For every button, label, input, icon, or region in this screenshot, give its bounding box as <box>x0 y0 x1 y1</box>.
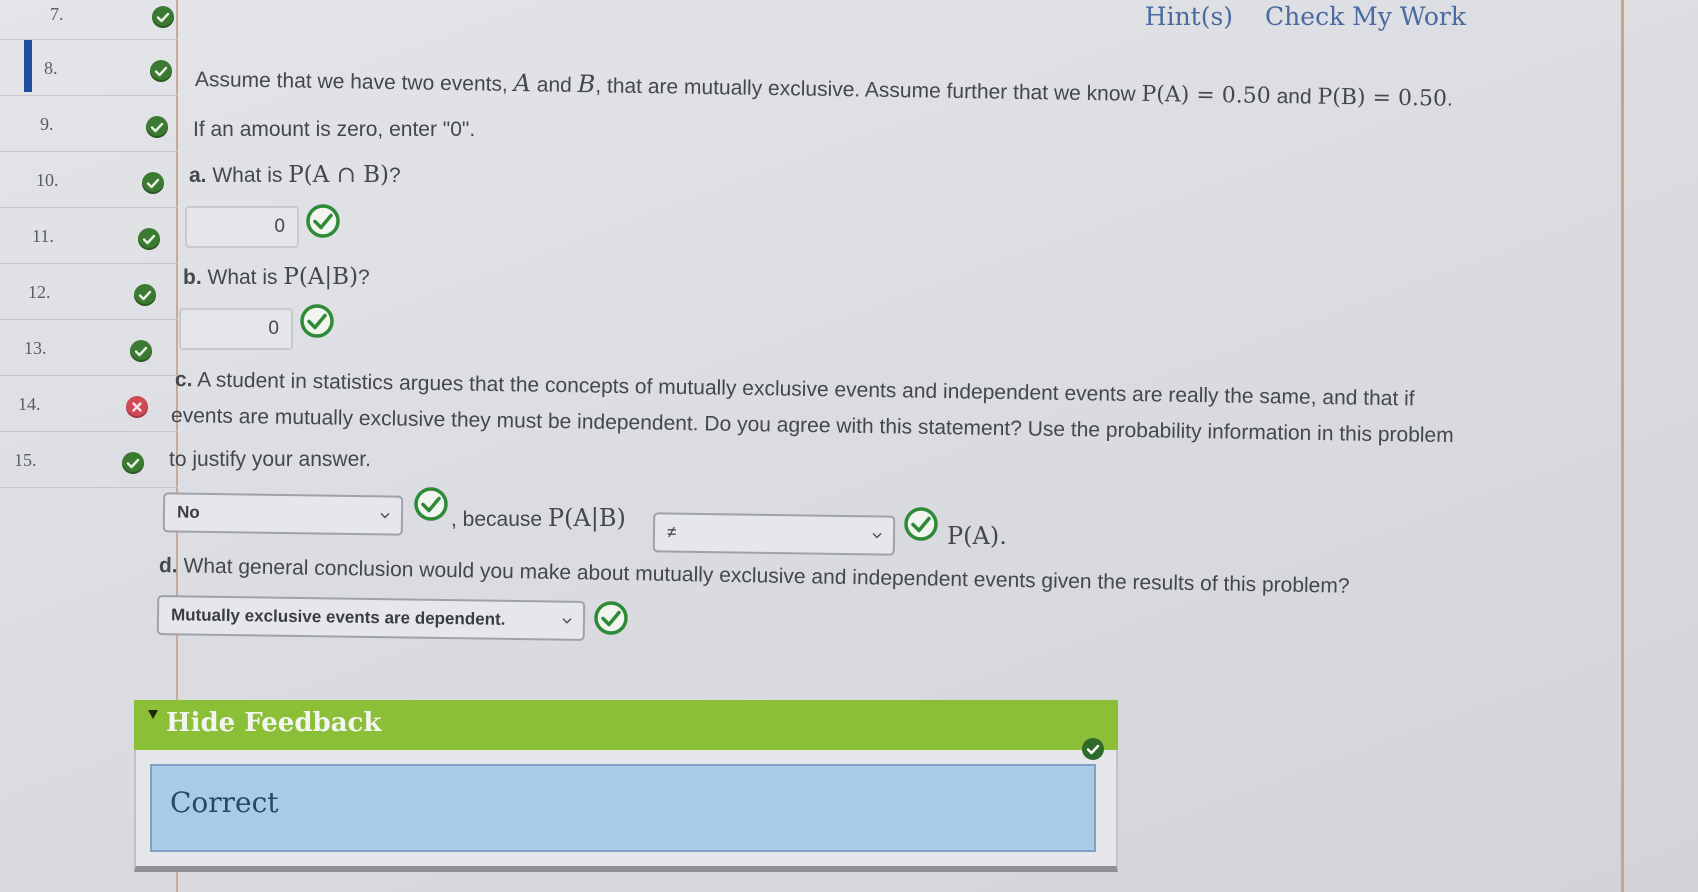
feedback-message: Correct <box>170 786 279 819</box>
sidebar-item-7[interactable]: 7. <box>0 0 178 40</box>
sidebar-item-14[interactable]: 14. <box>0 376 178 432</box>
check-icon <box>142 172 164 194</box>
sidebar-item-8[interactable]: 8. <box>0 40 178 96</box>
check-icon <box>152 6 174 28</box>
instruction-text: If an amount is zero, enter "0". <box>193 118 476 141</box>
sidebar-item-9[interactable]: 9. <box>0 96 178 152</box>
part-d-question: d. What general conclusion would you mak… <box>158 554 1350 598</box>
correct-check-icon <box>305 203 341 239</box>
triangle-down-icon <box>148 710 158 719</box>
feedback-message-box: Correct <box>150 764 1096 852</box>
question-number: 8. <box>44 58 58 78</box>
hide-feedback-label: Hide Feedback <box>166 708 382 738</box>
part-c-line-2: events are mutually exclusive they must … <box>170 404 1454 448</box>
page: 7. 8. 9. 10. 11. 12. 13. 14. 15. Hint(s)… <box>0 0 1698 892</box>
part-b-question: b. What is P(A|B)? <box>183 264 370 290</box>
check-icon <box>146 116 168 138</box>
check-icon <box>134 284 156 306</box>
sidebar-item-10[interactable]: 10. <box>0 152 178 208</box>
question-number: 10. <box>36 170 59 190</box>
correct-check-icon <box>903 506 939 542</box>
question-number: 7. <box>50 4 64 24</box>
check-icon <box>122 452 144 474</box>
sidebar-item-13[interactable]: 13. <box>0 320 178 376</box>
feedback-panel: Hide Feedback Correct <box>134 700 1118 872</box>
check-icon <box>138 228 160 250</box>
sidebar-item-12[interactable]: 12. <box>0 264 178 320</box>
x-icon <box>126 396 148 418</box>
part-c-line-1: c. A student in statistics argues that t… <box>174 368 1415 411</box>
part-c-relation-select[interactable]: ≠ <box>652 512 896 556</box>
sidebar-item-11[interactable]: 11. <box>0 208 178 264</box>
part-d-conclusion-select[interactable]: Mutually exclusive events are dependent. <box>156 595 586 641</box>
feedback-toggle[interactable]: Hide Feedback <box>134 700 1118 760</box>
because-text: , because P(A|B) <box>451 504 626 532</box>
sidebar-item-15[interactable]: 15. <box>0 432 178 488</box>
chevron-down-icon <box>562 618 572 624</box>
question-number: 15. <box>14 450 37 470</box>
part-b-answer-input[interactable]: 0 <box>179 308 293 350</box>
part-a-question: a. What is P(A ∩ B)? <box>189 162 401 188</box>
correct-check-icon <box>299 303 335 339</box>
divider <box>1621 0 1624 892</box>
problem-intro: Assume that we have two events, A and B,… <box>194 68 1454 112</box>
question-number: 9. <box>40 114 54 134</box>
part-a-answer-input[interactable]: 0 <box>185 206 299 248</box>
question-number: 11. <box>32 226 54 246</box>
question-number: 12. <box>28 282 51 302</box>
check-icon <box>150 60 172 82</box>
pa-text: P(A). <box>947 522 1007 550</box>
check-icon <box>130 340 152 362</box>
part-c-agree-select[interactable]: No <box>162 492 404 536</box>
part-c-line-3: to justify your answer. <box>169 448 371 471</box>
check-icon <box>1082 738 1104 760</box>
correct-check-icon <box>413 486 449 522</box>
chevron-down-icon <box>380 512 390 519</box>
question-number: 14. <box>18 394 41 414</box>
question-number: 13. <box>24 338 47 358</box>
correct-check-icon <box>593 600 629 636</box>
chevron-down-icon <box>872 532 882 539</box>
